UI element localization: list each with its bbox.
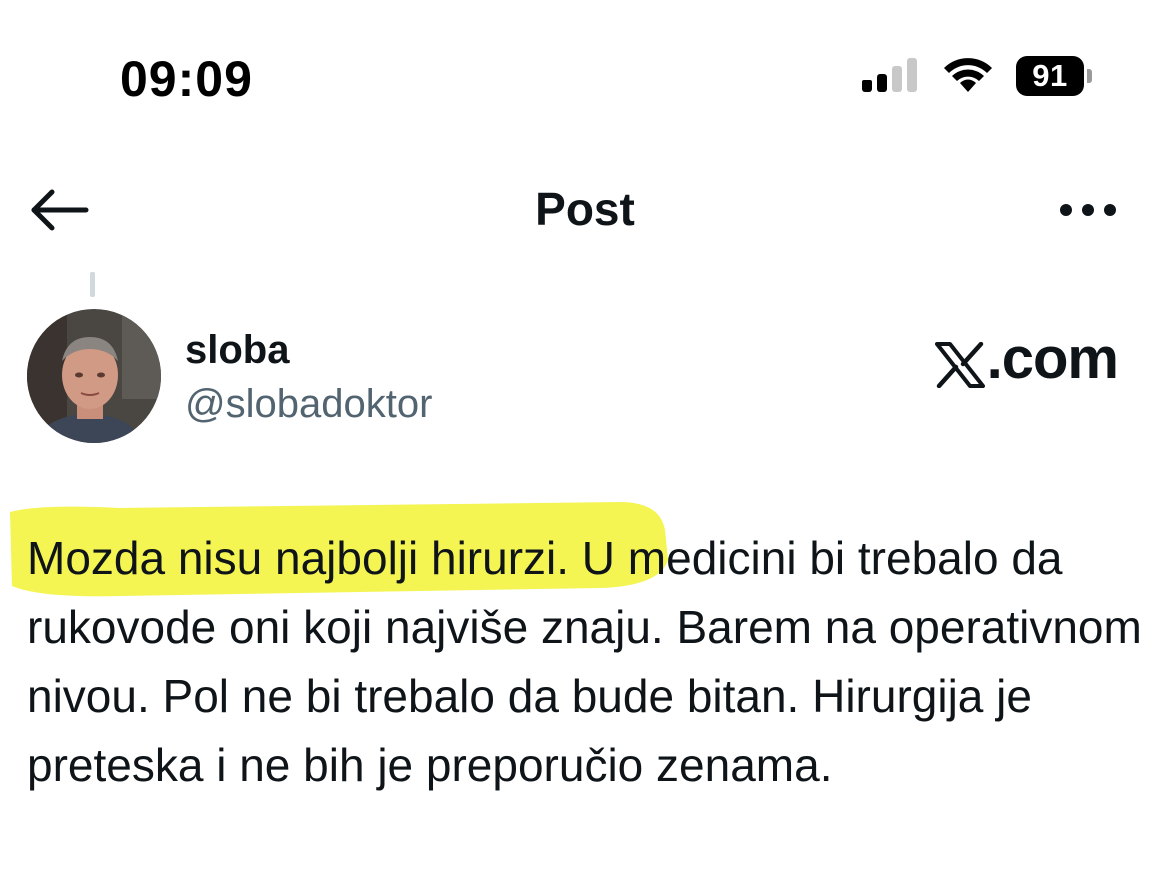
post-header: Post: [0, 170, 1170, 250]
author-handle[interactable]: @slobadoktor: [185, 382, 432, 427]
battery-level: 91: [1016, 56, 1084, 96]
thread-line: [90, 272, 95, 297]
x-com-watermark: .com: [934, 326, 1119, 391]
x-logo-icon: [934, 342, 985, 388]
post-text: Mozda nisu najbolji hirurzi. U medicini …: [27, 532, 1142, 791]
signal-icon: [862, 58, 917, 92]
status-icons: 91: [862, 56, 1092, 96]
more-horizontal-icon[interactable]: [1058, 198, 1118, 222]
page-title: Post: [535, 183, 635, 235]
battery-icon: 91: [1016, 56, 1092, 96]
screen: 09:09 91 Post sloba @slobadoktor .com Mo…: [0, 0, 1170, 870]
battery-tip: [1087, 69, 1092, 83]
watermark-text: .com: [986, 326, 1119, 391]
wifi-icon: [944, 58, 992, 92]
author-display-name[interactable]: sloba: [185, 328, 289, 373]
status-time: 09:09: [120, 51, 253, 107]
avatar[interactable]: [27, 309, 161, 443]
